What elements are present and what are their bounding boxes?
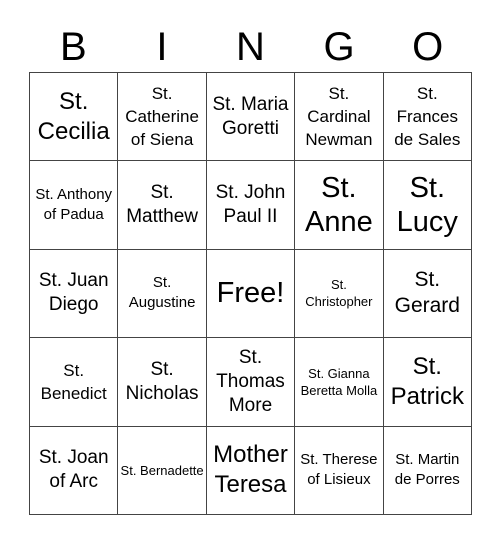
cell-text: St. Gerard — [394, 268, 460, 318]
cell-text: St. Patrick — [390, 352, 464, 410]
bingo-cell[interactable]: St. Augustine — [118, 249, 207, 339]
cell-text: St. Cecilia — [37, 87, 110, 145]
bingo-cell[interactable]: St. Cardinal Newman — [295, 73, 384, 162]
bingo-cell[interactable]: St. Frances de Sales — [383, 73, 472, 162]
cell-text: Free! — [216, 277, 285, 310]
header-letter-g: G — [323, 25, 355, 69]
cell-text: St. John Paul II — [215, 182, 286, 228]
cell-text: St. Maria Goretti — [212, 93, 289, 139]
bingo-cell[interactable]: St. Gianna Beretta Molla — [295, 338, 384, 427]
bingo-cell[interactable]: St. Gerard — [383, 249, 472, 339]
bingo-cell[interactable]: St. Bernadette — [118, 426, 207, 515]
bingo-header: B I N G O — [29, 22, 472, 72]
bingo-cell[interactable]: St. Benedict — [30, 338, 119, 427]
bingo-cell[interactable]: Mother Teresa — [206, 426, 296, 515]
cell-text: St. Benedict — [40, 360, 107, 403]
cell-text: St. Christopher — [305, 277, 373, 310]
cell-text: St. Lucy — [396, 172, 458, 239]
cell-text: St. Frances de Sales — [394, 84, 461, 150]
cell-text: St. Cardinal Newman — [305, 84, 373, 150]
cell-text: St. Nicholas — [125, 358, 199, 404]
bingo-cell[interactable]: St. Anthony of Padua — [30, 161, 119, 250]
bingo-cell[interactable]: St. Patrick — [383, 338, 472, 427]
header-letter-i: I — [156, 25, 168, 69]
bingo-cell[interactable]: St. Nicholas — [118, 338, 207, 427]
bingo-cell[interactable]: St. Catherine of Siena — [118, 73, 207, 162]
bingo-cell[interactable]: St. Anne — [295, 161, 384, 250]
cell-text: St. Thomas More — [216, 346, 285, 416]
bingo-cell[interactable]: St. Maria Goretti — [206, 73, 296, 162]
bingo-cell[interactable]: St. Cecilia — [30, 73, 119, 162]
cell-text: St. Joan of Arc — [38, 447, 109, 493]
bingo-cell[interactable]: St. Therese of Lisieux — [295, 426, 384, 515]
header-letter-b: B — [59, 25, 87, 69]
cell-text: St. Gianna Beretta Molla — [300, 365, 378, 398]
free-space[interactable]: Free! — [206, 249, 296, 339]
cell-text: St. Juan Diego — [38, 270, 109, 316]
cell-text: St. Martin de Porres — [394, 451, 460, 489]
bingo-cell[interactable]: St. Joan of Arc — [30, 426, 119, 515]
bingo-cell[interactable]: St. Lucy — [383, 161, 472, 250]
bingo-cell[interactable]: St. John Paul II — [206, 161, 296, 250]
header-letter-n: N — [236, 25, 265, 69]
cell-text: St. Anne — [305, 172, 373, 239]
cell-text: St. Matthew — [126, 182, 198, 228]
cell-text: St. Catherine of Siena — [125, 84, 199, 150]
bingo-cell[interactable]: St. Thomas More — [206, 338, 296, 427]
header-letter-o: O — [412, 25, 444, 69]
cell-text: St. Anthony of Padua — [35, 186, 113, 224]
cell-text: St. Augustine — [128, 274, 196, 312]
bingo-board: St. Cecilia St. Catherine of Siena St. M… — [29, 72, 472, 515]
bingo-cell[interactable]: St. Martin de Porres — [383, 426, 472, 515]
bingo-cell[interactable]: St. Christopher — [295, 249, 384, 339]
cell-text: Mother Teresa — [213, 441, 288, 499]
bingo-cell[interactable]: St. Juan Diego — [30, 249, 119, 339]
cell-text: St. Bernadette — [120, 462, 204, 478]
cell-text: St. Therese of Lisieux — [300, 451, 378, 489]
bingo-cell[interactable]: St. Matthew — [118, 161, 207, 250]
